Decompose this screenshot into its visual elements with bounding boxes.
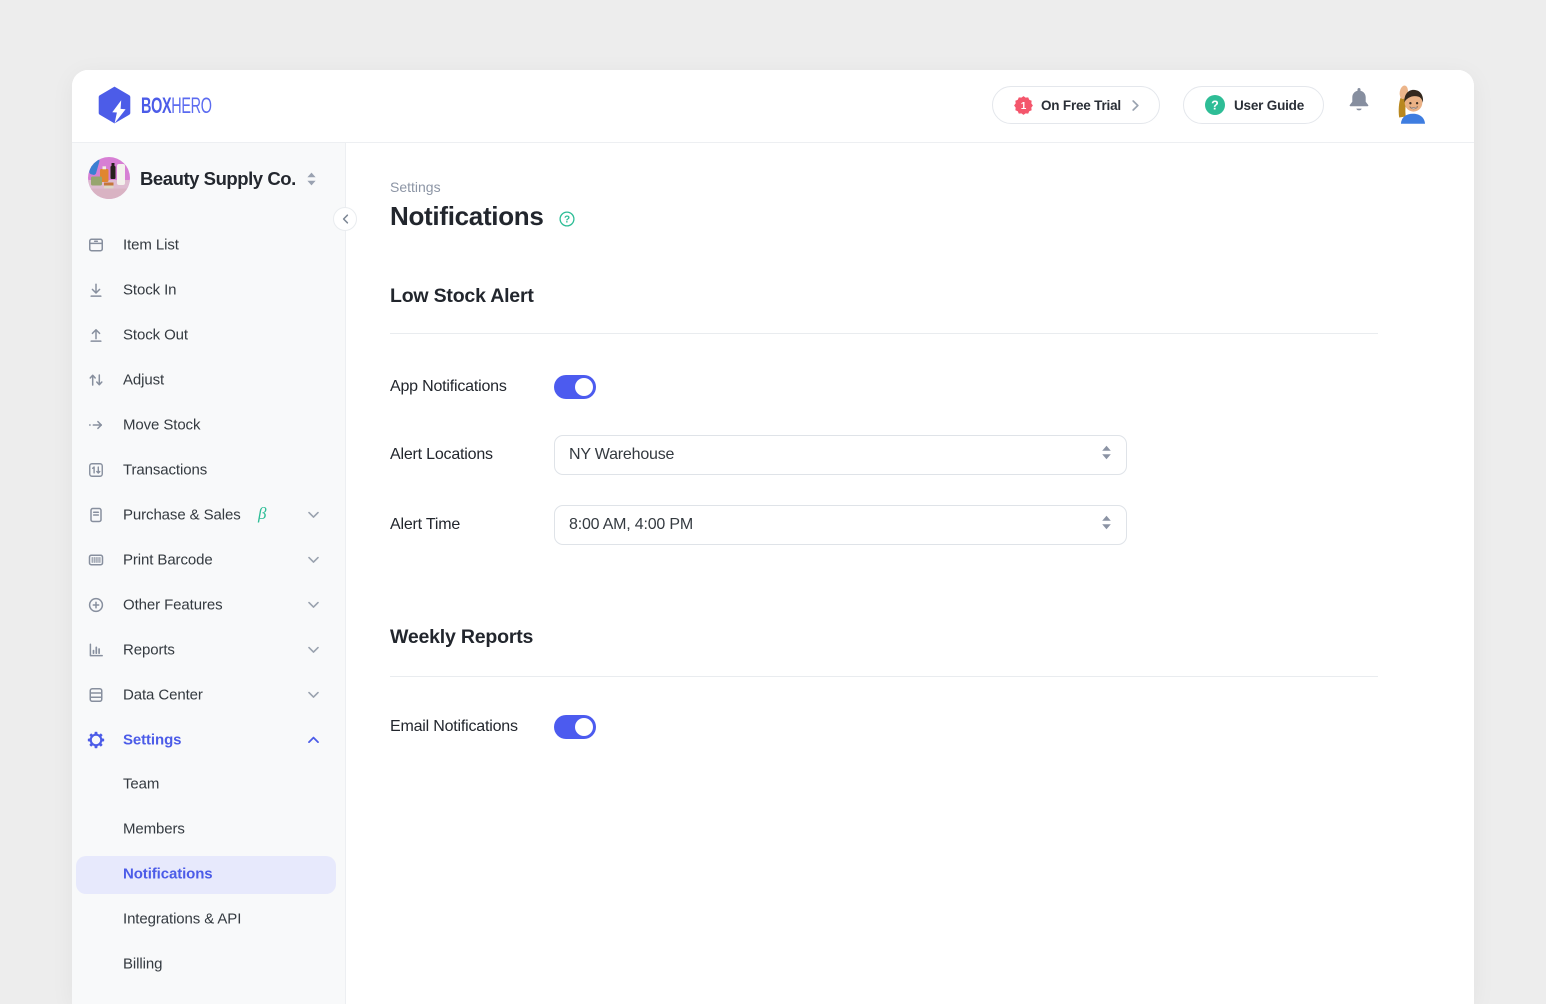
svg-text:?: ? (564, 214, 570, 225)
svg-text:?: ? (1211, 98, 1219, 112)
svg-text:1: 1 (1021, 101, 1027, 112)
